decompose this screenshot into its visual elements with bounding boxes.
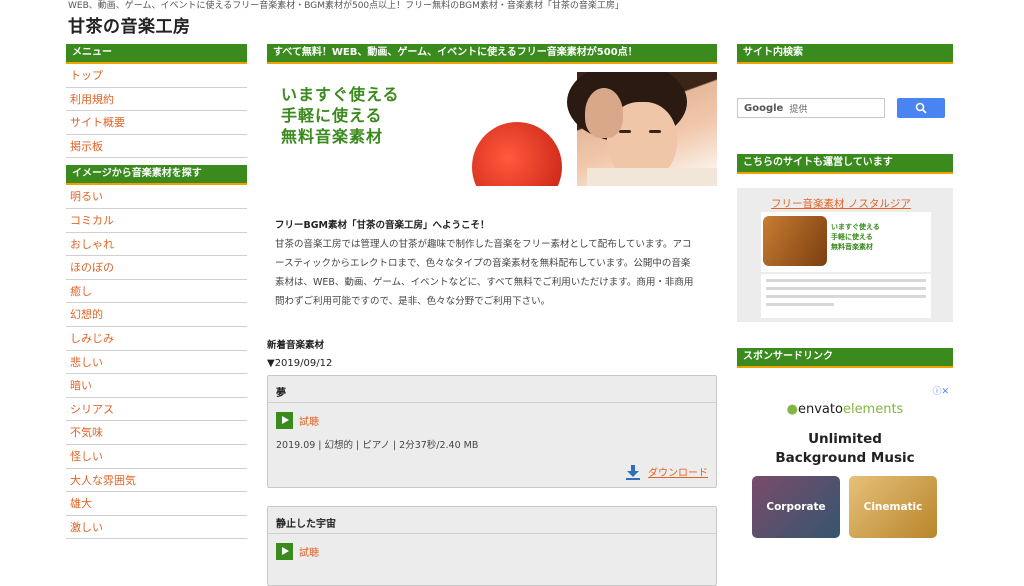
menu-item-terms[interactable]: 利用規約	[66, 88, 247, 112]
download-link[interactable]: ダウンロード	[648, 468, 708, 479]
track-card: 夢 試聴 2019.09 | 幻想的 | ピアノ | 2分37秒/2.40 MB…	[267, 375, 717, 488]
text-line	[766, 287, 926, 290]
category-item[interactable]: 悲しい	[66, 351, 247, 375]
category-item[interactable]: 暗い	[66, 374, 247, 398]
menu-item-top[interactable]: トップ	[66, 64, 247, 88]
search-input[interactable]: Google 提供	[737, 98, 885, 118]
download-row: ダウンロード	[276, 461, 708, 487]
hero-shirt	[587, 168, 717, 186]
hero-image: いますぐ使える 手軽に使える 無料音楽素材	[267, 72, 717, 186]
category-item[interactable]: 幻想的	[66, 303, 247, 327]
ad-tile-corporate[interactable]: Corporate	[752, 476, 840, 538]
search-placeholder: 提供	[789, 104, 808, 115]
divider	[268, 402, 716, 403]
intro-section: フリーBGM素材「甘茶の音楽工房」へようこそ！ 甘茶の音楽工房では管理人の甘茶が…	[267, 216, 695, 311]
trial-row: 試聴	[276, 411, 708, 429]
image-search-heading: イメージから音楽素材を探す	[66, 165, 247, 186]
category-item[interactable]: 大人な雰囲気	[66, 469, 247, 493]
category-item[interactable]: シリアス	[66, 398, 247, 422]
category-item[interactable]: 激しい	[66, 516, 247, 540]
sister-banner-line: 手軽に使える	[831, 233, 873, 241]
trial-link[interactable]: 試聴	[299, 413, 319, 428]
sister-site-description	[761, 274, 931, 318]
site-title[interactable]: 甘茶の音楽工房	[68, 12, 191, 37]
menu-heading: メニュー	[66, 44, 247, 64]
track-meta: 2019.09 | 幻想的 | ピアノ | 2分37秒/2.40 MB	[276, 440, 479, 451]
sister-banner-line: いますぐ使える	[831, 223, 880, 231]
menu-item-about[interactable]: サイト概要	[66, 111, 247, 135]
site-search-heading: サイト内検索	[737, 44, 953, 64]
release-date: ▼2019/09/12	[267, 358, 333, 369]
hero-headphone-graphic	[472, 122, 562, 186]
trial-row: 試聴	[276, 542, 708, 560]
ad-headline-line: Unlimited	[808, 431, 882, 447]
text-line	[766, 295, 926, 298]
image-category-menu: 明るい コミカル おしゃれ ほのぼの 癒し 幻想的 しみじみ 悲しい 暗い シリ…	[66, 185, 247, 540]
category-item[interactable]: おしゃれ	[66, 233, 247, 257]
sister-site-heading: こちらのサイトも運営しています	[737, 154, 953, 174]
hero-eye	[649, 130, 661, 133]
category-item[interactable]: 雄大	[66, 492, 247, 516]
envato-logo: ●envatoelements	[786, 402, 904, 417]
category-item[interactable]: 不気味	[66, 421, 247, 445]
site-tagline: WEB、動画、ゲーム、イベントに使えるフリー音楽素材・BGM素材が500点以上！…	[68, 1, 624, 11]
elements-brand: elements	[842, 402, 904, 417]
search-button[interactable]	[897, 98, 945, 118]
track-title: 静止した宇宙	[276, 519, 336, 530]
sponsor-heading: スポンサードリンク	[737, 348, 953, 368]
category-item[interactable]: コミカル	[66, 209, 247, 233]
new-music-heading: 新着音楽素材	[267, 340, 325, 351]
divider	[268, 533, 716, 534]
intro-body: 甘茶の音楽工房では管理人の甘茶が趣味で制作した音楽をフリー素材として配布していま…	[275, 239, 694, 307]
category-item[interactable]: ほのぼの	[66, 256, 247, 280]
google-logo: Google	[744, 102, 784, 114]
top-banner: すべて無料！WEB、動画、ゲーム、イベントに使えるフリー音楽素材が500点！	[267, 44, 717, 64]
main-menu: トップ 利用規約 サイト概要 掲示板	[66, 64, 247, 159]
ad-tile-cinematic[interactable]: Cinematic	[849, 476, 937, 538]
sister-site-banner[interactable]: いますぐ使える 手軽に使える 無料音楽素材	[761, 212, 931, 272]
guitar-image	[763, 216, 827, 266]
hero-line: いますぐ使える	[281, 85, 400, 104]
left-sidebar: メニュー トップ 利用規約 サイト概要 掲示板 イメージから音楽素材を探す 明る…	[66, 44, 247, 540]
text-line	[766, 279, 926, 282]
envato-brand: envato	[798, 402, 843, 417]
site-search: Google 提供	[737, 98, 953, 118]
sister-site-link[interactable]: フリー音楽素材 ノスタルジア	[771, 196, 911, 211]
trial-link[interactable]: 試聴	[299, 544, 319, 559]
hero-hand	[585, 88, 623, 138]
intro-title: フリーBGM素材「甘茶の音楽工房」へようこそ！	[275, 220, 490, 231]
hero-eye	[619, 130, 631, 133]
category-item[interactable]: しみじみ	[66, 327, 247, 351]
hero-line: 手軽に使える	[281, 106, 383, 125]
sister-banner-text: いますぐ使える 手軽に使える 無料音楽素材	[831, 222, 880, 252]
ad-info-icon[interactable]: ⓘ✕	[932, 384, 949, 397]
category-item[interactable]: 癒し	[66, 280, 247, 304]
ad-headline: Unlimited Background Music	[737, 430, 953, 468]
track-title: 夢	[276, 388, 286, 399]
hero-line: 無料音楽素材	[281, 127, 384, 146]
hero-text: いますぐ使える 手軽に使える 無料音楽素材	[281, 84, 400, 147]
right-sidebar: サイト内検索 Google 提供 こちらのサイトも運営しています フリー音楽素材…	[737, 44, 953, 542]
category-item[interactable]: 明るい	[66, 185, 247, 209]
sister-banner-line: 無料音楽素材	[831, 243, 873, 251]
track-card: 静止した宇宙 試聴	[267, 506, 717, 586]
ad-banner[interactable]: ⓘ✕ ●envatoelements Unlimited Background …	[737, 382, 953, 542]
search-icon	[915, 102, 927, 114]
ad-headline-line: Background Music	[775, 450, 915, 466]
main-content: すべて無料！WEB、動画、ゲーム、イベントに使えるフリー音楽素材が500点！ い…	[267, 44, 717, 586]
play-icon[interactable]	[276, 411, 293, 429]
sister-site-box: フリー音楽素材 ノスタルジア いますぐ使える 手軽に使える 無料音楽素材	[737, 188, 953, 322]
text-line	[766, 303, 834, 306]
download-icon[interactable]	[625, 464, 641, 480]
menu-item-bbs[interactable]: 掲示板	[66, 135, 247, 159]
category-item[interactable]: 怪しい	[66, 445, 247, 469]
